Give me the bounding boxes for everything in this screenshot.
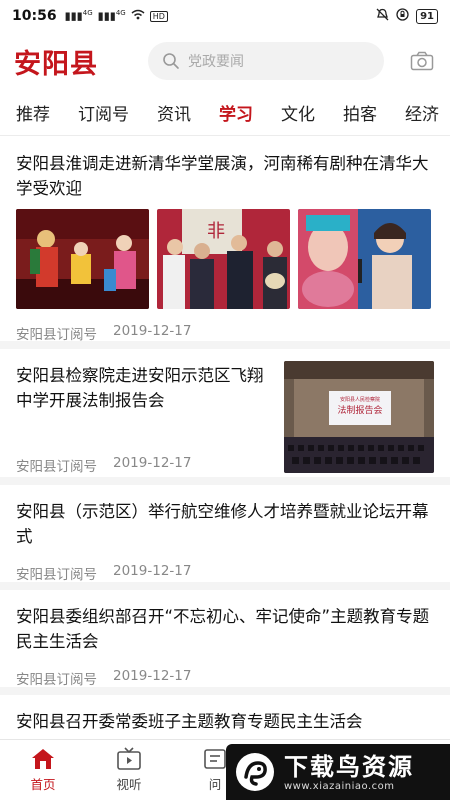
article-date: 2019-12-17	[113, 668, 192, 684]
article-source: 安阳县订阅号	[16, 567, 97, 583]
article-thumbnail[interactable]	[298, 209, 431, 309]
status-time: 10:56	[12, 8, 57, 24]
hd-icon: HD	[149, 10, 168, 22]
app-header: 安阳县 党政要闻	[0, 32, 450, 90]
tab-subscriptions[interactable]: 订阅号	[78, 100, 129, 125]
article-date: 2019-12-17	[113, 455, 192, 471]
article-thumbnail[interactable]	[16, 209, 149, 309]
watermark-logo	[236, 753, 274, 791]
news-feed: 安阳县淮调走进新清华学堂展演，河南稀有剧种在清华大学受欢迎 非 安阳县订阅号 2…	[0, 137, 450, 739]
battery-indicator: 91	[416, 8, 438, 24]
tab-culture[interactable]: 文化	[281, 100, 315, 125]
camera-button[interactable]	[408, 48, 436, 74]
tab-recommend[interactable]: 推荐	[16, 100, 50, 125]
article-title: 安阳县（示范区）举行航空维修人才培养暨就业论坛开幕式	[16, 502, 429, 546]
wifi-icon	[131, 9, 145, 23]
article-date: 2019-12-17	[113, 323, 192, 339]
watermark-url: www.xiazainiao.com	[284, 780, 395, 792]
article-title: 安阳县淮调走进新清华学堂展演，河南稀有剧种在清华大学受欢迎	[16, 154, 429, 198]
article-date: 2019-12-17	[113, 563, 192, 579]
home-icon	[32, 749, 54, 769]
article-title: 安阳县召开委常委班子主题教育专题民主生活会	[16, 712, 363, 731]
search-icon	[163, 53, 179, 69]
status-icons: ▮▮▮4G ▮▮▮4G HD	[65, 9, 168, 23]
nav-media[interactable]: 视听	[86, 740, 172, 800]
article-source: 安阳县订阅号	[16, 672, 97, 688]
image-row: 非	[16, 209, 434, 309]
watermark-text: 下载鸟资源 www.xiazainiao.com	[284, 753, 414, 792]
nav-label: 问	[208, 777, 222, 792]
nav-label: 首页	[30, 777, 56, 792]
nav-home[interactable]: 首页	[0, 740, 86, 800]
svg-text:非: 非	[207, 221, 225, 242]
list-item[interactable]: 安阳县淮调走进新清华学堂展演，河南稀有剧种在清华大学受欢迎 非 安阳县订阅号 2…	[0, 137, 450, 349]
watermark-title: 下载鸟资源	[284, 752, 414, 781]
image-caption: 安阳县人民检察院	[340, 396, 380, 403]
search-placeholder: 党政要闻	[188, 54, 244, 70]
list-item[interactable]: 安阳县（示范区）举行航空维修人才培养暨就业论坛开幕式 安阳县订阅号 2019-1…	[0, 485, 450, 590]
watermark: 下载鸟资源 www.xiazainiao.com	[226, 744, 450, 800]
tab-economy[interactable]: 经济	[405, 100, 439, 125]
lock-rotation-icon	[396, 7, 409, 25]
article-meta: 安阳县订阅号 2019-12-17	[16, 455, 191, 475]
article-meta: 安阳县订阅号 2019-12-17	[16, 323, 191, 343]
search-input[interactable]: 党政要闻	[148, 42, 384, 80]
camera-icon	[410, 51, 434, 71]
status-right: 91	[376, 7, 438, 25]
tab-study[interactable]: 学习	[219, 100, 253, 125]
tab-news[interactable]: 资讯	[157, 100, 191, 125]
image-caption: 法制报告会	[337, 404, 382, 416]
tab-photographer[interactable]: 拍客	[343, 100, 377, 125]
article-thumbnail[interactable]: 安阳县人民检察院 法制报告会	[284, 361, 434, 473]
nav-label: 视听	[116, 777, 142, 792]
signal-icon: ▮▮▮4G	[64, 9, 93, 23]
ask-icon	[204, 749, 226, 769]
list-item[interactable]: 安阳县召开委常委班子主题教育专题民主生活会	[0, 695, 450, 739]
app-logo: 安阳县	[14, 48, 98, 80]
alarm-off-icon	[376, 8, 389, 25]
list-item[interactable]: 安阳县检察院走进安阳示范区飞翔中学开展法制报告会 安阳县人民检察院 法制报告会 …	[0, 349, 450, 485]
list-item[interactable]: 安阳县委组织部召开“不忘初心、牢记使命”主题教育专题民主生活会 安阳县订阅号 2…	[0, 590, 450, 695]
channel-tabs: 推荐 订阅号 资讯 学习 文化 拍客 经济	[0, 90, 450, 136]
status-bar: 10:56 ▮▮▮4G ▮▮▮4G HD 91	[0, 0, 450, 32]
article-title: 安阳县委组织部召开“不忘初心、牢记使命”主题教育专题民主生活会	[16, 607, 430, 651]
article-meta: 安阳县订阅号 2019-12-17	[16, 563, 434, 583]
article-title: 安阳县检察院走进安阳示范区飞翔中学开展法制报告会	[16, 366, 264, 410]
article-source: 安阳县订阅号	[16, 327, 97, 343]
tv-icon	[117, 747, 141, 770]
article-meta: 安阳县订阅号 2019-12-17	[16, 668, 434, 688]
article-source: 安阳县订阅号	[16, 459, 97, 475]
signal-icon: ▮▮▮4G	[97, 9, 126, 23]
article-thumbnail[interactable]: 非	[157, 209, 290, 309]
